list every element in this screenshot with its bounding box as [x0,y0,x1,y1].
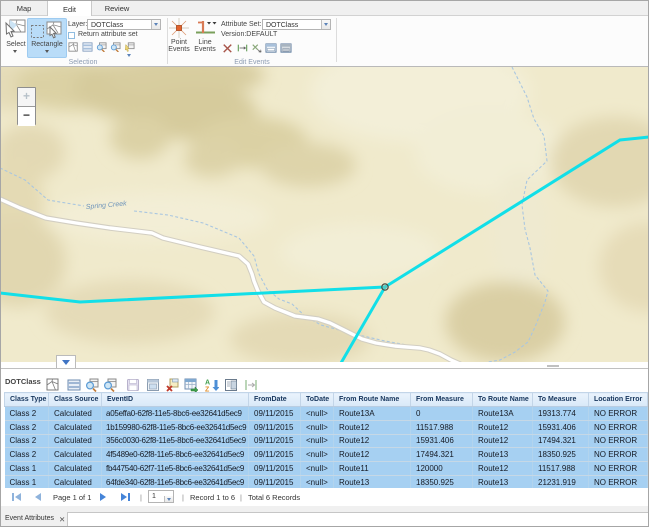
svg-text:A: A [205,380,210,387]
